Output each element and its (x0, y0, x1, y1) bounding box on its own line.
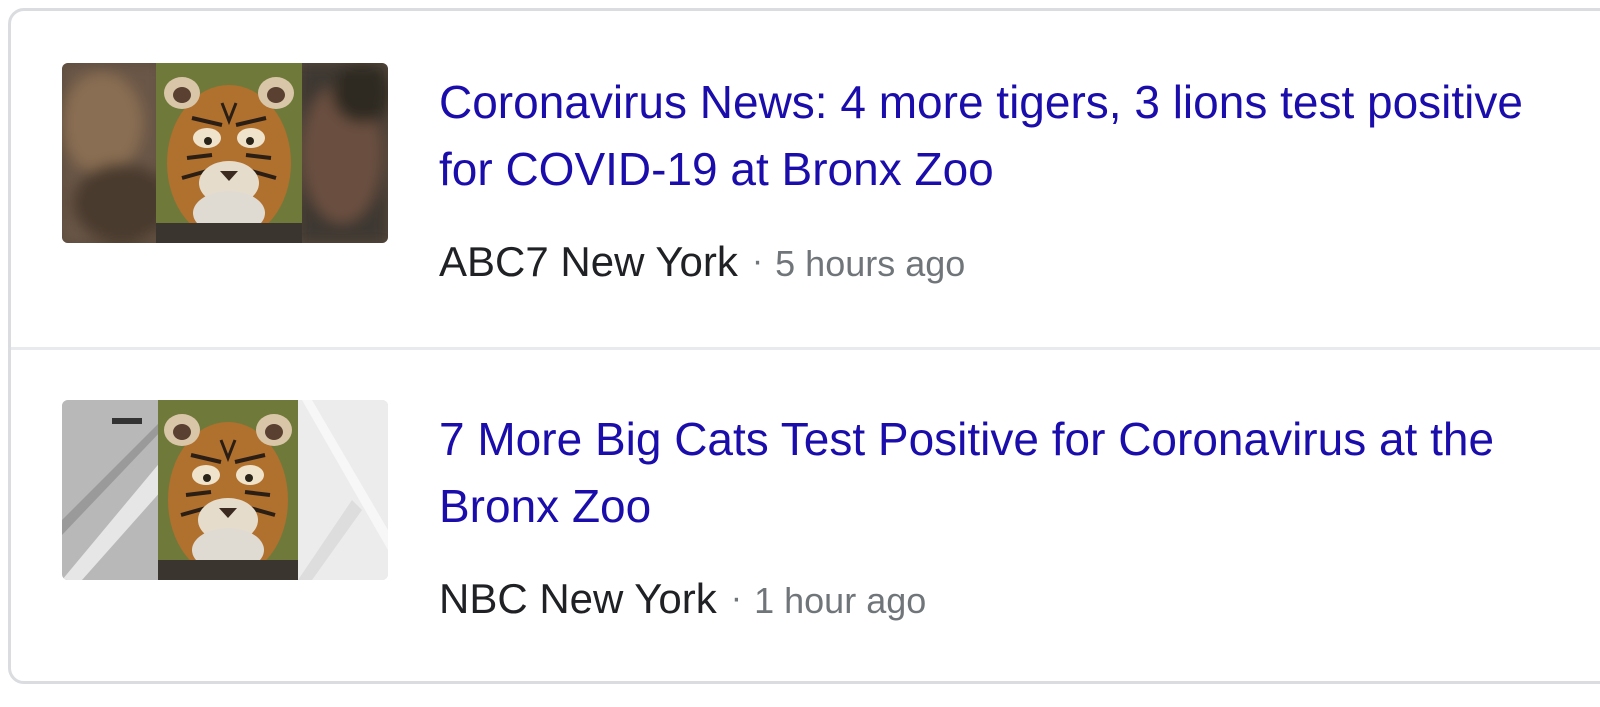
news-headline-link[interactable]: 7 More Big Cats Test Positive for Corona… (439, 406, 1589, 540)
meta-separator: · (730, 579, 743, 617)
news-headline-link[interactable]: Coronavirus News: 4 more tigers, 3 lions… (439, 69, 1589, 203)
news-source: NBC New York (439, 575, 717, 622)
news-meta: ABC7 New York · 5 hours ago (439, 233, 965, 300)
news-timestamp: 5 hours ago (775, 243, 966, 284)
news-card: Coronavirus News: 4 more tigers, 3 lions… (8, 8, 1600, 684)
news-source: ABC7 New York (439, 238, 738, 285)
news-meta: NBC New York · 1 hour ago (439, 570, 926, 637)
news-timestamp: 1 hour ago (754, 580, 927, 621)
news-thumbnail[interactable] (62, 400, 388, 580)
news-item[interactable]: Coronavirus News: 4 more tigers, 3 lions… (11, 11, 1600, 347)
news-item[interactable]: 7 More Big Cats Test Positive for Corona… (11, 348, 1600, 684)
meta-separator: · (751, 242, 764, 280)
tiger-photo-icon (62, 63, 388, 243)
tiger-photo-icon (62, 400, 388, 580)
news-thumbnail[interactable] (62, 63, 388, 243)
